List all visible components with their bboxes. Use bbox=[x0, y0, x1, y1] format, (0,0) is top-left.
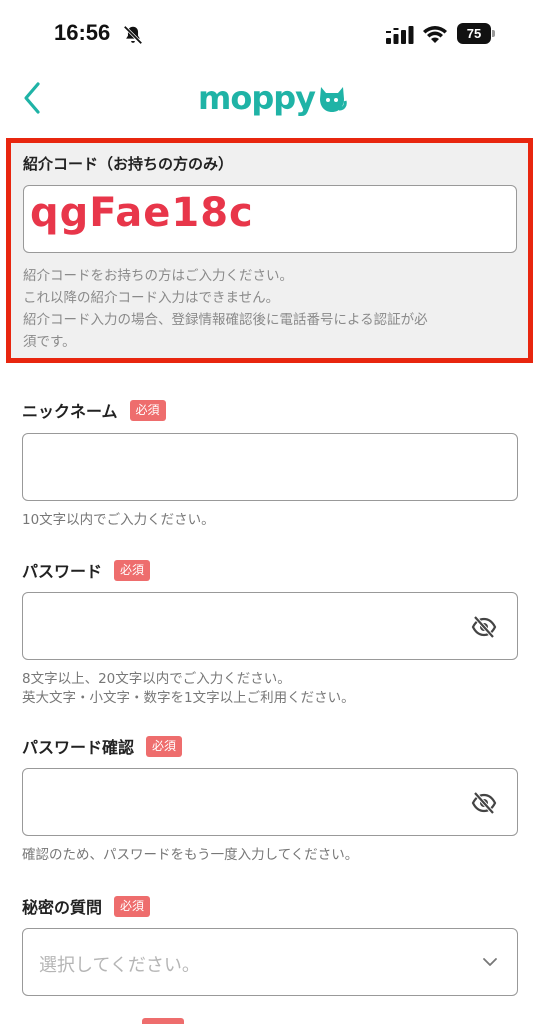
referral-help-line: 須です。 bbox=[23, 334, 76, 350]
referral-code-help: 紹介コードをお持ちの方はご入力ください。 これ以降の紹介コード入力はできません。… bbox=[23, 265, 523, 353]
secret-question-select[interactable]: 選択してください。 bbox=[22, 928, 518, 996]
logo-text: moppy bbox=[198, 79, 316, 117]
battery-level: 75 bbox=[457, 23, 491, 44]
moppy-logo: moppy bbox=[198, 78, 347, 118]
eye-slash-icon[interactable] bbox=[471, 790, 497, 816]
referral-code-label: 紹介コード（お持ちの方のみ） bbox=[23, 155, 234, 173]
referral-help-line: これ以降の紹介コード入力はできません。 bbox=[23, 290, 280, 306]
secret-question-placeholder: 選択してください。 bbox=[39, 955, 200, 976]
referral-code-value: qgFae18c bbox=[30, 190, 254, 236]
password-hint-line: 8文字以上、20文字以内でご入力ください。 bbox=[22, 671, 291, 687]
nickname-hint: 10文字以内でご入力ください。 bbox=[22, 512, 215, 528]
signal-icon bbox=[386, 26, 414, 44]
referral-help-line: 紹介コード入力の場合、登録情報確認後に電話番号による認証が必 bbox=[23, 312, 428, 328]
password-hint-line: 英大文字・小文字・数字を1文字以上ご利用ください。 bbox=[22, 690, 355, 706]
password-confirm-label: パスワード確認 必須 bbox=[22, 734, 183, 758]
nickname-input[interactable] bbox=[22, 433, 518, 501]
nickname-label-text: ニックネーム bbox=[22, 402, 118, 421]
cat-mascot-icon bbox=[320, 87, 347, 112]
referral-help-line: 紹介コードをお持ちの方はご入力ください。 bbox=[23, 268, 293, 284]
password-input[interactable] bbox=[22, 592, 518, 660]
back-chevron-icon[interactable] bbox=[18, 78, 48, 118]
status-time: 16:56 bbox=[54, 20, 111, 45]
status-bar: 16:56 75 bbox=[0, 0, 540, 68]
wifi-icon bbox=[423, 26, 447, 43]
password-confirm-label-text: パスワード確認 bbox=[22, 738, 135, 757]
required-badge: 必須 bbox=[129, 399, 166, 421]
eye-slash-icon[interactable] bbox=[471, 614, 497, 640]
chevron-down-icon bbox=[483, 958, 497, 966]
next-required-badge-partial bbox=[142, 1018, 184, 1024]
referral-code-input[interactable]: qgFae18c bbox=[23, 185, 517, 253]
password-confirm-input[interactable] bbox=[22, 768, 518, 836]
secret-question-label: 秘密の質問 必須 bbox=[22, 894, 151, 918]
referral-code-section: 紹介コード（お持ちの方のみ） qgFae18c 紹介コードをお持ちの方はご入力く… bbox=[6, 138, 533, 363]
required-badge: 必須 bbox=[114, 559, 151, 581]
password-hint: 8文字以上、20文字以内でご入力ください。 英大文字・小文字・数字を1文字以上ご… bbox=[22, 670, 355, 708]
battery-icon: 75 bbox=[457, 23, 495, 44]
nickname-label: ニックネーム 必須 bbox=[22, 398, 166, 422]
bell-slash-icon bbox=[123, 25, 143, 45]
password-confirm-hint: 確認のため、パスワードをもう一度入力してください。 bbox=[22, 847, 359, 863]
secret-question-label-text: 秘密の質問 bbox=[22, 898, 103, 917]
required-badge: 必須 bbox=[114, 895, 151, 917]
password-label: パスワード 必須 bbox=[22, 558, 151, 582]
password-label-text: パスワード bbox=[22, 562, 103, 581]
required-badge: 必須 bbox=[146, 735, 183, 757]
nav-bar: moppy bbox=[0, 68, 540, 130]
